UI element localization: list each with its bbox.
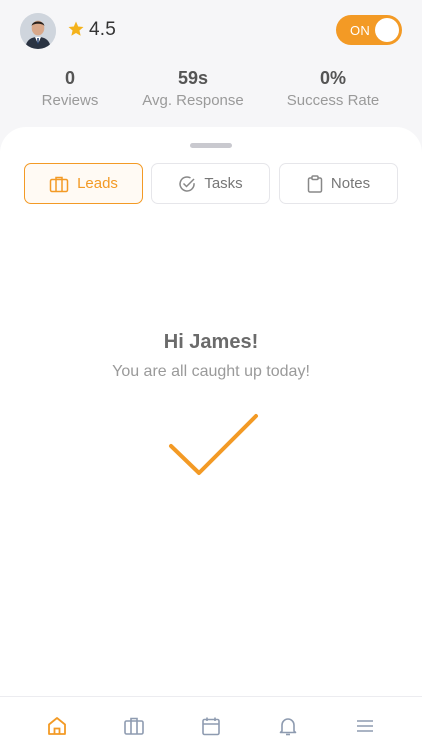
checkmark-icon bbox=[169, 414, 258, 475]
bell-icon bbox=[279, 718, 297, 736]
tab-label: Notes bbox=[330, 175, 371, 192]
avatar[interactable] bbox=[20, 13, 56, 49]
home-icon bbox=[48, 717, 66, 735]
content-sheet: Leads Tasks Notes Hi James! You are all … bbox=[0, 127, 422, 750]
stat-reviews: 0 Reviews bbox=[30, 68, 110, 109]
user-avatar bbox=[20, 13, 56, 49]
stat-label: Reviews bbox=[41, 92, 99, 109]
stat-value: 59s bbox=[177, 68, 209, 88]
tab-leads[interactable]: Leads bbox=[24, 163, 143, 204]
stat-avg-response: 59s Avg. Response bbox=[133, 68, 253, 109]
menu-icon bbox=[357, 720, 373, 732]
empty-state-subtitle: You are all caught up today! bbox=[112, 363, 310, 380]
tab-tasks[interactable]: Tasks bbox=[151, 163, 270, 204]
rating-value: 4.5 bbox=[89, 19, 117, 40]
stat-value: 0 bbox=[64, 68, 75, 88]
briefcase-icon bbox=[49, 176, 69, 192]
tab-label: Tasks bbox=[204, 175, 243, 192]
tab-label: Leads bbox=[77, 175, 118, 192]
tab-notes[interactable]: Notes bbox=[279, 163, 398, 204]
nav-home[interactable] bbox=[46, 715, 68, 737]
bottom-nav bbox=[0, 696, 422, 750]
clipboard-icon bbox=[307, 174, 323, 193]
nav-notifications[interactable] bbox=[277, 715, 299, 737]
nav-calendar[interactable] bbox=[200, 715, 222, 737]
nav-leads[interactable] bbox=[123, 715, 145, 737]
empty-state-title: Hi James! bbox=[163, 331, 259, 353]
check-circle-icon bbox=[179, 175, 196, 192]
star-icon bbox=[68, 21, 84, 36]
calendar-icon bbox=[202, 717, 220, 736]
toggle-label: ON bbox=[350, 23, 371, 38]
stat-value: 0% bbox=[319, 68, 346, 88]
toggle-knob bbox=[375, 18, 399, 42]
nav-menu[interactable] bbox=[354, 715, 376, 737]
stat-label: Avg. Response bbox=[142, 92, 244, 109]
stat-success-rate: 0% Success Rate bbox=[278, 68, 388, 109]
stat-label: Success Rate bbox=[286, 92, 380, 109]
profile-header: 4.5 ON 0 Reviews 59s Avg. Response 0% Su… bbox=[0, 0, 422, 140]
drag-handle[interactable] bbox=[190, 143, 232, 148]
briefcase-icon bbox=[124, 717, 144, 735]
availability-toggle[interactable]: ON bbox=[336, 15, 402, 45]
